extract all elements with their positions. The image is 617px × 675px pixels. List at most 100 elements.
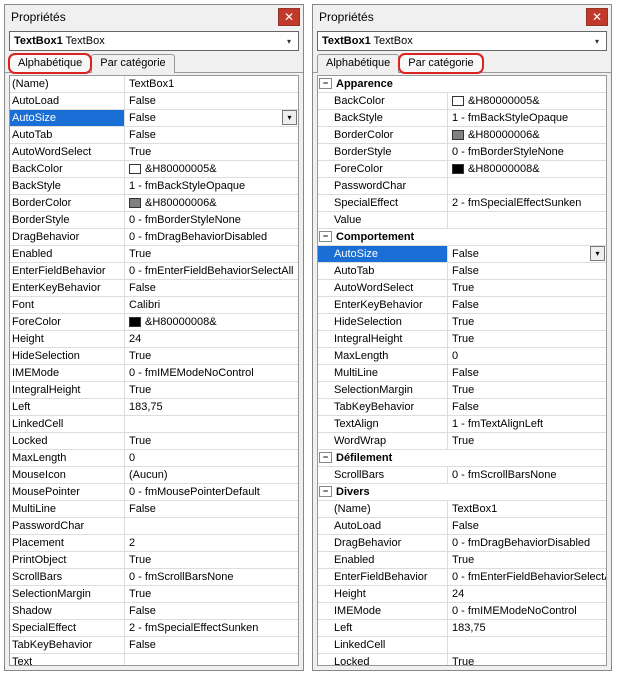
property-value[interactable]: Calibri [125, 297, 298, 313]
dropdown-button[interactable]: ▾ [590, 246, 605, 261]
property-row[interactable]: Placement2 [10, 535, 298, 552]
property-value[interactable]: False [448, 297, 606, 313]
close-button[interactable]: ✕ [278, 8, 300, 26]
property-value[interactable]: &H80000008& [448, 161, 606, 177]
property-row[interactable]: IMEMode0 - fmIMEModeNoControl [318, 603, 606, 620]
property-value[interactable]: False [448, 399, 606, 415]
property-row[interactable]: TabKeyBehaviorFalse [10, 637, 298, 654]
property-row[interactable]: AutoLoadFalse [10, 93, 298, 110]
property-value[interactable]: False [125, 603, 298, 619]
property-value[interactable]: 0 [448, 348, 606, 364]
close-button[interactable]: ✕ [586, 8, 608, 26]
property-value[interactable] [448, 637, 606, 653]
property-value[interactable]: (Aucun) [125, 467, 298, 483]
property-value[interactable]: False▾ [448, 246, 606, 262]
property-row[interactable]: EnabledTrue [10, 246, 298, 263]
property-row[interactable]: EnterKeyBehaviorFalse [10, 280, 298, 297]
tab-alphabetic[interactable]: Alphabétique [317, 54, 399, 73]
property-row[interactable]: AutoLoadFalse [318, 518, 606, 535]
property-value[interactable]: False [448, 518, 606, 534]
property-value[interactable]: 0 - fmScrollBarsNone [125, 569, 298, 585]
category-header[interactable]: −Défilement [318, 450, 606, 467]
property-row[interactable]: MouseIcon(Aucun) [10, 467, 298, 484]
property-value[interactable]: 183,75 [448, 620, 606, 636]
property-row[interactable]: PasswordChar [318, 178, 606, 195]
property-value[interactable]: False [448, 263, 606, 279]
property-value[interactable] [125, 654, 298, 666]
property-row[interactable]: ForeColor&H80000008& [318, 161, 606, 178]
property-row[interactable]: LinkedCell [10, 416, 298, 433]
property-value[interactable]: True [448, 552, 606, 568]
property-value[interactable]: False [125, 501, 298, 517]
property-value[interactable]: &H80000006& [448, 127, 606, 143]
category-header[interactable]: −Divers [318, 484, 606, 501]
property-value[interactable]: 0 - fmBorderStyleNone [448, 144, 606, 160]
property-value[interactable]: 0 [125, 450, 298, 466]
property-row[interactable]: TabKeyBehaviorFalse [318, 399, 606, 416]
property-row[interactable]: SelectionMarginTrue [318, 382, 606, 399]
property-value[interactable]: True [125, 552, 298, 568]
property-row[interactable]: MaxLength0 [10, 450, 298, 467]
property-row[interactable]: Value [318, 212, 606, 229]
property-row[interactable]: LockedTrue [318, 654, 606, 666]
property-value[interactable]: True [125, 348, 298, 364]
property-row[interactable]: DragBehavior0 - fmDragBehaviorDisabled [10, 229, 298, 246]
property-row[interactable]: BorderStyle0 - fmBorderStyleNone [318, 144, 606, 161]
property-row[interactable]: (Name)TextBox1 [318, 501, 606, 518]
property-row[interactable]: TextAlign1 - fmTextAlignLeft [318, 416, 606, 433]
property-row[interactable]: LockedTrue [10, 433, 298, 450]
property-value[interactable]: 0 - fmBorderStyleNone [125, 212, 298, 228]
property-value[interactable] [125, 416, 298, 432]
property-row[interactable]: ScrollBars0 - fmScrollBarsNone [10, 569, 298, 586]
property-value[interactable]: True [448, 331, 606, 347]
property-row[interactable]: SelectionMarginTrue [10, 586, 298, 603]
property-value[interactable]: 2 [125, 535, 298, 551]
property-row[interactable]: BorderColor&H80000006& [318, 127, 606, 144]
property-row[interactable]: BackStyle1 - fmBackStyleOpaque [318, 110, 606, 127]
property-row[interactable]: Left183,75 [318, 620, 606, 637]
property-row[interactable]: IntegralHeightTrue [318, 331, 606, 348]
property-value[interactable]: 0 - fmDragBehaviorDisabled [125, 229, 298, 245]
property-value[interactable]: &H80000008& [125, 314, 298, 330]
property-value[interactable] [125, 518, 298, 534]
property-value[interactable]: True [448, 280, 606, 296]
property-value[interactable]: True [125, 586, 298, 602]
tab-category[interactable]: Par catégorie [399, 54, 482, 73]
property-row[interactable]: PasswordChar [10, 518, 298, 535]
property-value[interactable]: 183,75 [125, 399, 298, 415]
object-selector[interactable]: TextBox1 TextBox ▾ [317, 31, 607, 51]
property-value[interactable]: True [448, 433, 606, 449]
property-row[interactable]: MousePointer0 - fmMousePointerDefault [10, 484, 298, 501]
property-value[interactable]: True [448, 382, 606, 398]
collapse-icon[interactable]: − [319, 231, 332, 242]
property-row[interactable]: MultiLineFalse [10, 501, 298, 518]
property-row[interactable]: SpecialEffect2 - fmSpecialEffectSunken [318, 195, 606, 212]
property-value[interactable]: &H80000005& [448, 93, 606, 109]
property-row[interactable]: BackColor&H80000005& [10, 161, 298, 178]
property-value[interactable]: TextBox1 [448, 501, 606, 517]
property-row[interactable]: BorderStyle0 - fmBorderStyleNone [10, 212, 298, 229]
dropdown-button[interactable]: ▾ [282, 110, 297, 125]
collapse-icon[interactable]: − [319, 452, 332, 463]
property-row[interactable]: FontCalibri [10, 297, 298, 314]
property-value[interactable]: 2 - fmSpecialEffectSunken [125, 620, 298, 636]
property-row[interactable]: WordWrapTrue [318, 433, 606, 450]
property-row[interactable]: ShadowFalse [10, 603, 298, 620]
property-row[interactable]: BorderColor&H80000006& [10, 195, 298, 212]
property-value[interactable]: False [125, 93, 298, 109]
property-row[interactable]: ScrollBars0 - fmScrollBarsNone [318, 467, 606, 484]
property-value[interactable]: True [125, 144, 298, 160]
category-header[interactable]: −Comportement [318, 229, 606, 246]
property-row[interactable]: EnterKeyBehaviorFalse [318, 297, 606, 314]
property-value[interactable] [448, 178, 606, 194]
property-row[interactable]: EnterFieldBehavior0 - fmEnterFieldBehavi… [10, 263, 298, 280]
property-row[interactable]: MaxLength0 [318, 348, 606, 365]
property-value[interactable]: 0 - fmScrollBarsNone [448, 467, 606, 483]
property-value[interactable]: False [448, 365, 606, 381]
property-value[interactable]: 0 - fmMousePointerDefault [125, 484, 298, 500]
property-value[interactable]: 0 - fmIMEModeNoControl [125, 365, 298, 381]
property-value[interactable]: True [125, 382, 298, 398]
object-selector[interactable]: TextBox1 TextBox ▾ [9, 31, 299, 51]
property-value[interactable]: False [125, 280, 298, 296]
property-row[interactable]: PrintObjectTrue [10, 552, 298, 569]
